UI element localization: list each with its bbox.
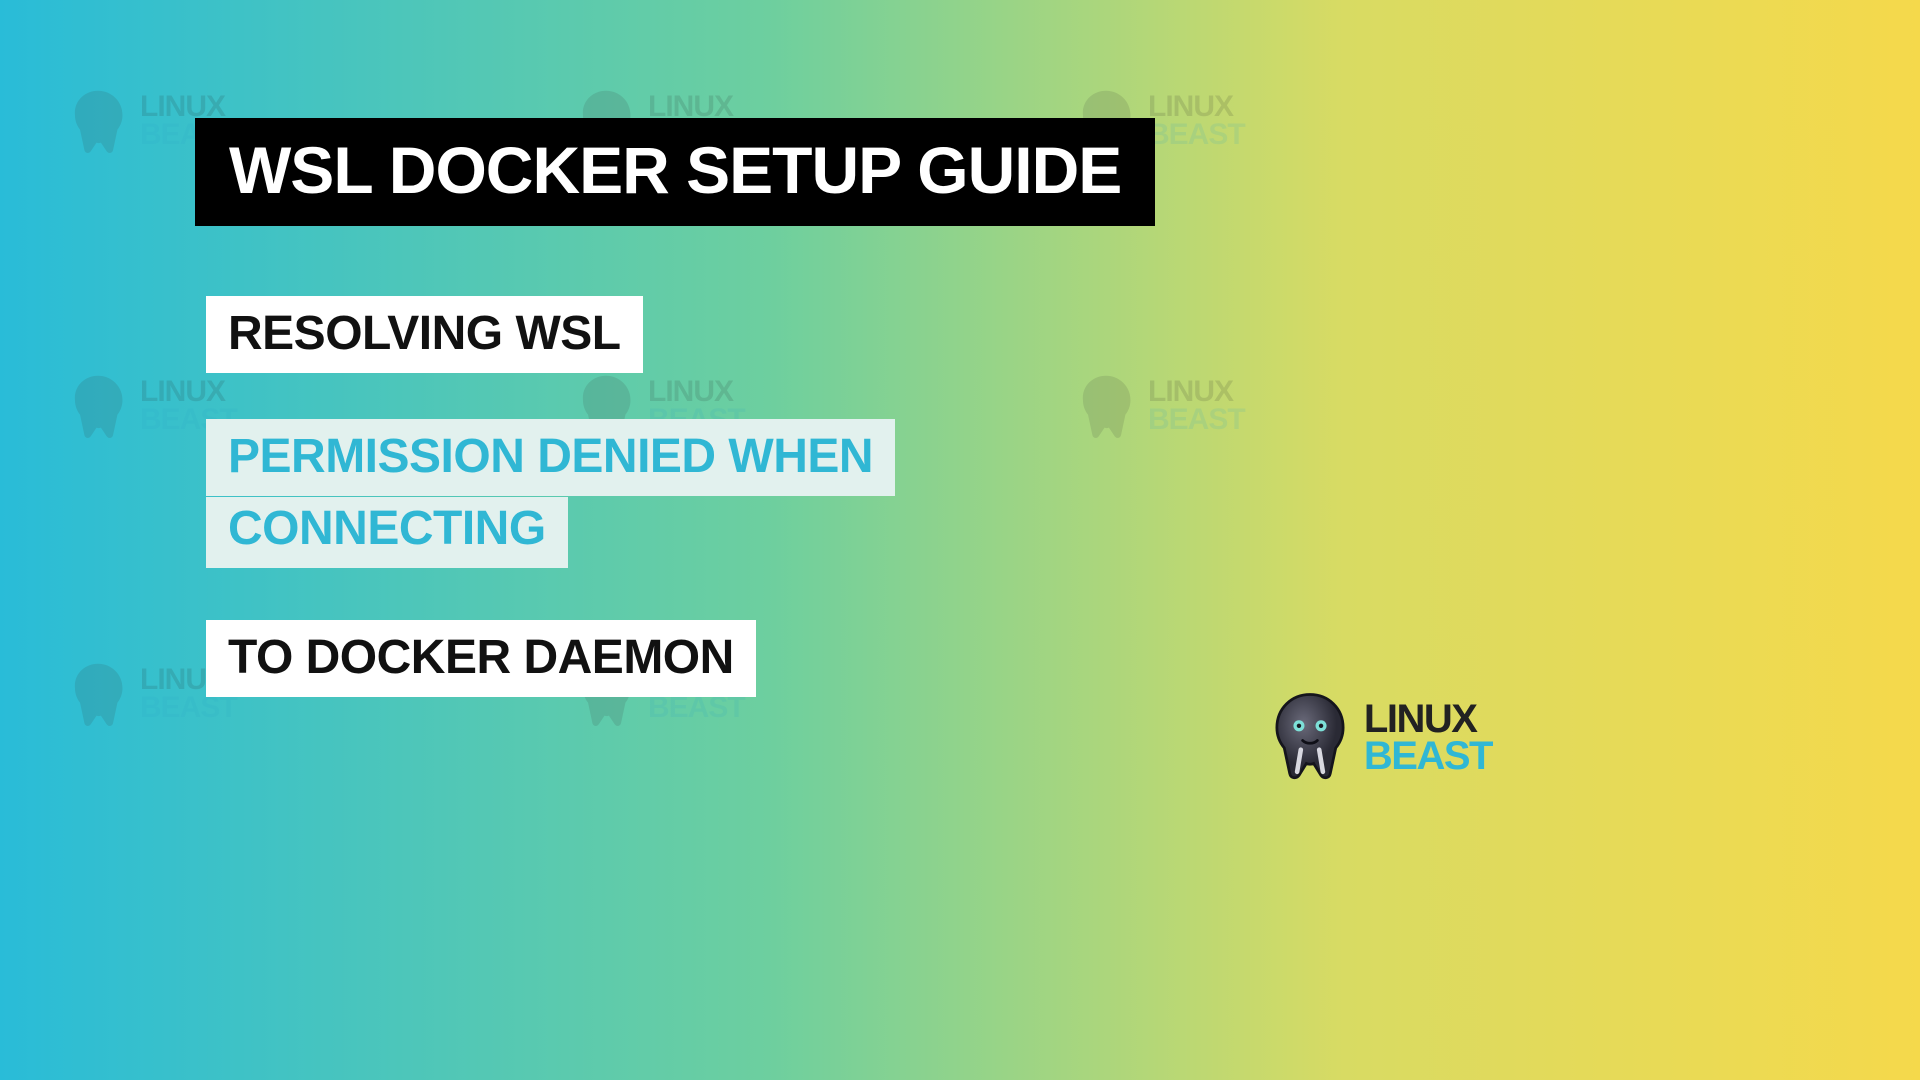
brand-text-2: BEAST <box>1364 738 1492 775</box>
watermark-text-2: BEAST <box>140 694 237 722</box>
subtitle-line-1: RESOLVING WSL <box>206 296 643 373</box>
watermark-text-1: LINUX <box>648 378 745 406</box>
watermark-text-1: LINUX <box>1148 93 1245 121</box>
brand-logo: LINUX BEAST <box>1264 689 1492 786</box>
watermark-logo: LINUX BEAST <box>1070 370 1245 442</box>
watermark-text-1: LINUX <box>648 93 745 121</box>
subtitle-text: RESOLVING WSL <box>228 307 621 360</box>
beast-icon <box>62 370 134 442</box>
watermark-text-2: BEAST <box>648 694 745 722</box>
page-title: WSL DOCKER SETUP GUIDE <box>229 132 1121 208</box>
subtitle-text: PERMISSION DENIED WHEN <box>228 430 873 483</box>
subtitle-line-2: PERMISSION DENIED WHEN <box>206 419 895 496</box>
subtitle-text: CONNECTING <box>228 502 546 555</box>
watermark-text-2: BEAST <box>1148 406 1245 434</box>
watermark-text-2: BEAST <box>1148 121 1245 149</box>
beast-icon <box>1264 689 1356 786</box>
watermark-text-1: LINUX <box>140 378 237 406</box>
beast-icon <box>62 85 134 157</box>
watermark-text-1: LINUX <box>140 93 237 121</box>
title-banner: WSL DOCKER SETUP GUIDE <box>195 118 1155 226</box>
beast-icon <box>1070 370 1142 442</box>
beast-icon <box>62 658 134 730</box>
subtitle-line-4: TO DOCKER DAEMON <box>206 620 756 697</box>
subtitle-line-3: CONNECTING <box>206 497 568 568</box>
watermark-text-1: LINUX <box>1148 378 1245 406</box>
brand-text-1: LINUX <box>1364 701 1492 738</box>
subtitle-text: TO DOCKER DAEMON <box>228 631 734 684</box>
